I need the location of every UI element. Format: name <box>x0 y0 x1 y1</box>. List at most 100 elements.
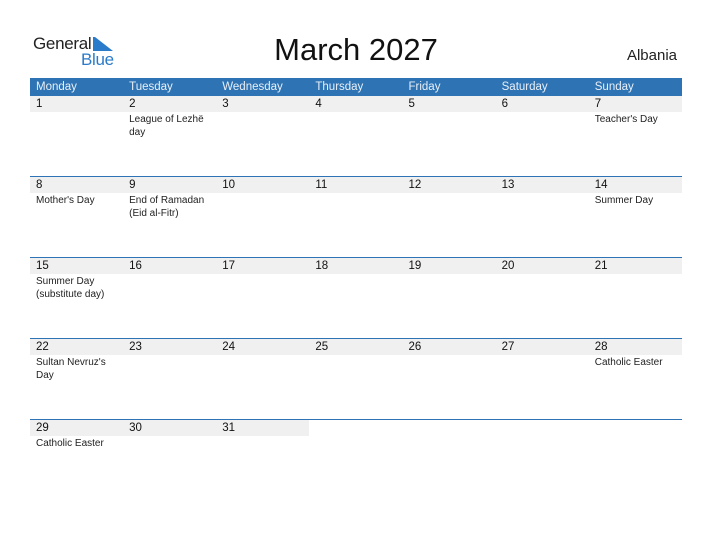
weekday-wednesday: Wednesday <box>222 81 283 93</box>
weekday-monday: Monday <box>36 81 77 93</box>
day-cell: 2 League of Lezhë day <box>123 96 217 177</box>
country-label: Albania <box>626 47 677 64</box>
day-number: 7 <box>588 96 682 112</box>
holiday-label: Catholic Easter <box>594 357 663 368</box>
day-cell: 23 <box>123 339 217 420</box>
day-number: 22 <box>30 339 124 355</box>
day-number: 28 <box>588 339 682 355</box>
day-cell: 22 Sultan Nevruz's Day <box>30 339 124 420</box>
weekday-header: Monday Tuesday Wednesday Thursday Friday… <box>30 78 682 96</box>
day-cell: 26 <box>402 339 496 420</box>
day-cell: 12 <box>402 177 496 258</box>
holiday-label <box>216 274 307 275</box>
day-cell <box>589 420 682 501</box>
day-cell: 15 Summer Day (substitute day) <box>30 258 124 339</box>
day-cell: 11 <box>309 177 403 258</box>
day-number: 24 <box>216 339 310 355</box>
holiday-label <box>123 274 214 275</box>
holiday-label <box>403 274 494 275</box>
holiday-label <box>216 112 307 113</box>
holiday-label <box>496 355 587 356</box>
holiday-label <box>496 274 587 275</box>
day-cell: 25 <box>309 339 403 420</box>
day-number: 18 <box>309 258 403 274</box>
holiday-label: End of Ramadan (Eid al-Fitr) <box>129 195 205 219</box>
holiday-label <box>403 193 494 194</box>
day-number: 26 <box>402 339 496 355</box>
holiday-label <box>496 193 587 194</box>
day-number: 19 <box>402 258 496 274</box>
day-cell: 10 <box>216 177 310 258</box>
day-number: 27 <box>495 339 589 355</box>
day-cell: 16 <box>123 258 217 339</box>
day-cell: 1 <box>30 96 124 177</box>
day-number: 30 <box>123 420 217 436</box>
holiday-label <box>496 112 587 113</box>
holiday-label <box>309 193 400 194</box>
day-number: 14 <box>588 177 682 193</box>
day-cell: 13 <box>495 177 589 258</box>
holiday-label <box>403 112 494 113</box>
day-number: 16 <box>123 258 217 274</box>
holiday-label <box>309 274 400 275</box>
week-row: 15 Summer Day (substitute day) 16 17 18 19 20 2… <box>30 257 682 339</box>
day-cell: 20 <box>495 258 589 339</box>
holiday-label <box>589 274 680 275</box>
holiday-label <box>403 355 494 356</box>
day-number: 15 <box>30 258 124 274</box>
day-number: 21 <box>588 258 682 274</box>
day-number: 1 <box>30 96 124 112</box>
day-cell: 4 <box>309 96 403 177</box>
day-cell: 9 End of Ramadan (Eid al-Fitr) <box>123 177 217 258</box>
day-number: 23 <box>123 339 217 355</box>
day-cell: 14 Summer Day <box>588 177 682 258</box>
day-cell: 19 <box>402 258 496 339</box>
day-number: 9 <box>123 177 217 193</box>
day-cell: 24 <box>216 339 310 420</box>
holiday-label <box>123 436 214 437</box>
day-number: 29 <box>30 420 124 436</box>
day-number: 25 <box>309 339 403 355</box>
day-cell <box>309 420 402 501</box>
weekday-thursday: Thursday <box>315 81 364 93</box>
holiday-label: Teacher's Day <box>594 114 658 125</box>
day-cell: 27 <box>495 339 589 420</box>
day-cell <box>496 420 589 501</box>
day-cell: 6 <box>495 96 589 177</box>
day-number: 4 <box>309 96 403 112</box>
day-cell: 28 Catholic Easter <box>588 339 682 420</box>
day-cell <box>403 420 496 501</box>
day-cell: 21 <box>588 258 682 339</box>
page-title: March 2027 <box>274 32 438 67</box>
day-number: 31 <box>216 420 310 436</box>
day-cell: 3 <box>216 96 310 177</box>
week-row: 1 2 League of Lezhë day 3 4 5 6 7 Teacher's Day <box>30 96 682 177</box>
day-number: 3 <box>216 96 310 112</box>
day-cell: 29 Catholic Easter <box>30 420 124 501</box>
holiday-label <box>216 193 307 194</box>
week-row: 29 Catholic Easter 30 31 <box>30 419 682 501</box>
day-number: 13 <box>495 177 589 193</box>
holiday-label: Mother's Day <box>36 195 95 206</box>
day-number: 6 <box>495 96 589 112</box>
day-cell: 7 Teacher's Day <box>588 96 682 177</box>
weekday-saturday: Saturday <box>501 81 548 93</box>
holiday-label: Catholic Easter <box>36 438 104 449</box>
day-number: 5 <box>402 96 496 112</box>
day-cell: 8 Mother's Day <box>30 177 124 258</box>
holiday-label <box>123 355 214 356</box>
holiday-label <box>309 355 400 356</box>
weekday-sunday: Sunday <box>594 81 634 93</box>
holiday-label: Summer Day (substitute day) <box>36 276 105 300</box>
day-number: 12 <box>402 177 496 193</box>
weekday-friday: Friday <box>408 81 441 93</box>
holiday-label <box>30 112 121 113</box>
day-cell: 5 <box>402 96 496 177</box>
holiday-label: League of Lezhë day <box>129 114 204 138</box>
day-number: 2 <box>123 96 217 112</box>
holiday-label <box>309 112 400 113</box>
day-number: 8 <box>30 177 124 193</box>
holiday-label <box>216 436 307 437</box>
weekday-tuesday: Tuesday <box>129 81 173 93</box>
day-number: 20 <box>495 258 589 274</box>
